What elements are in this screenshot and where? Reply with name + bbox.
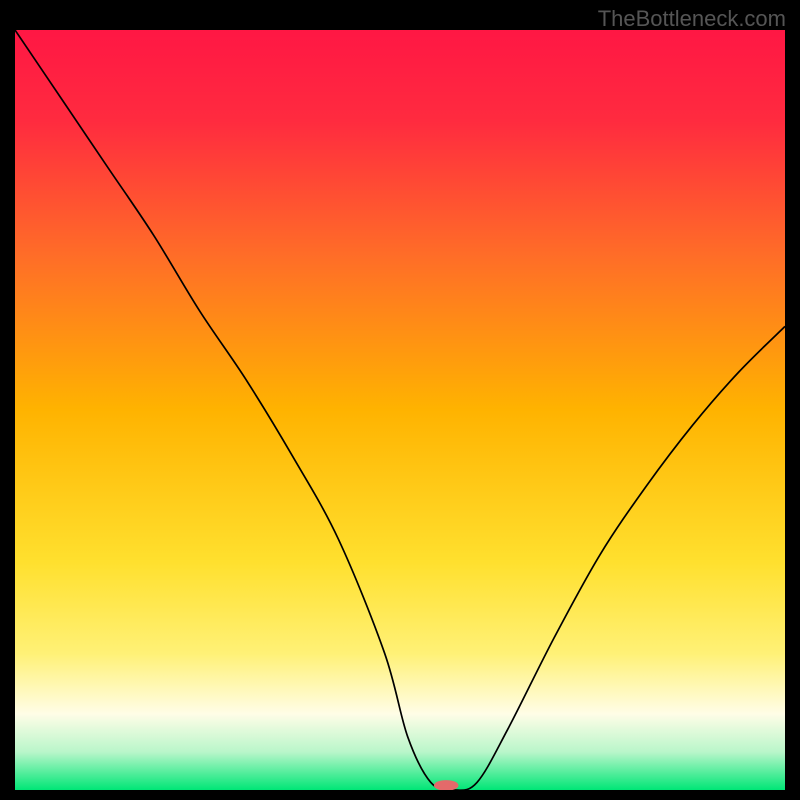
watermark-text: TheBottleneck.com bbox=[598, 6, 786, 32]
plot-area bbox=[15, 30, 785, 790]
chart-frame: TheBottleneck.com bbox=[0, 0, 800, 800]
gradient-background bbox=[15, 30, 785, 790]
chart-svg bbox=[15, 30, 785, 790]
